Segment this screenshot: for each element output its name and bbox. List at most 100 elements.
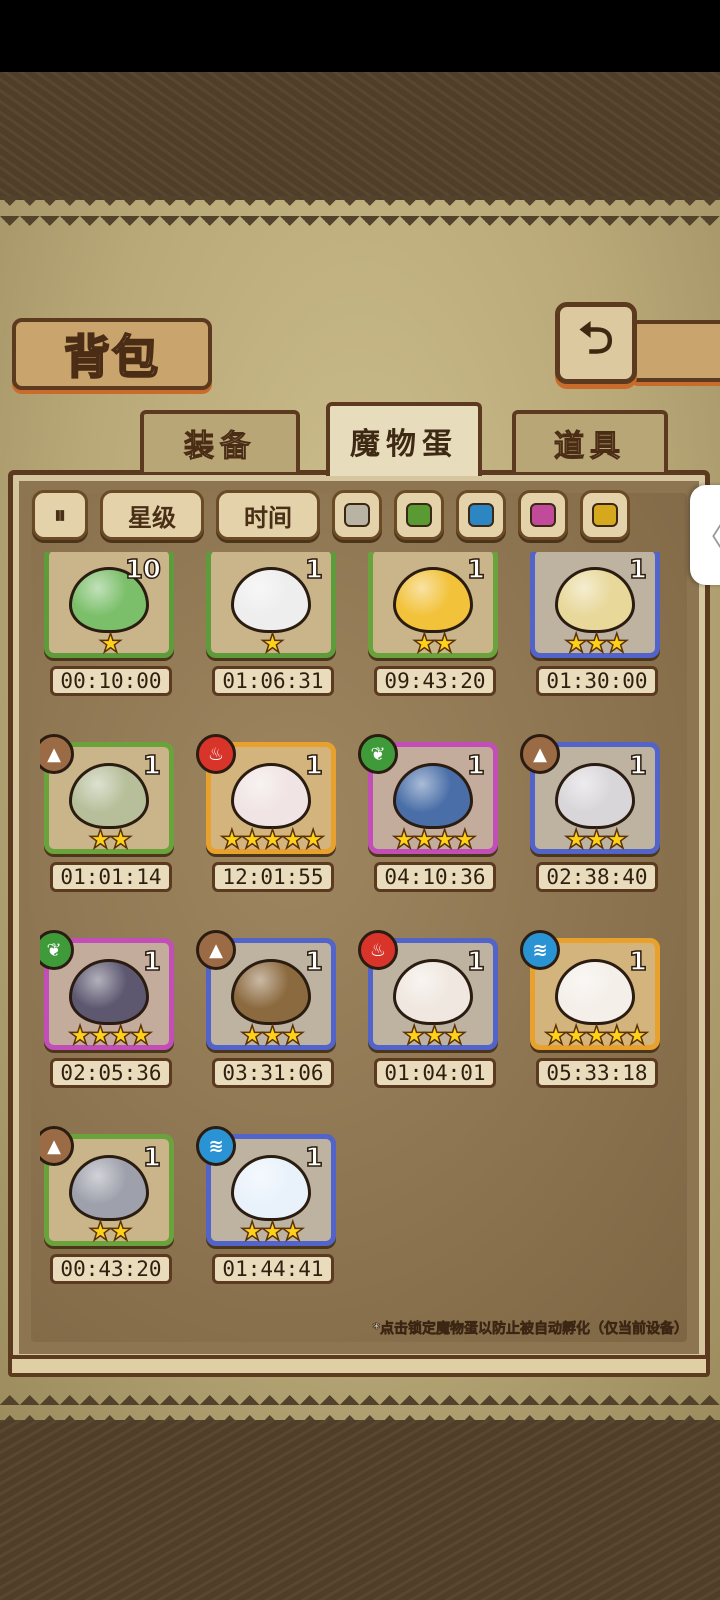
- return-arrow-icon: ⮌: [578, 312, 614, 364]
- hatch-timer: 01:30:00: [536, 666, 658, 696]
- filter-green-button[interactable]: [394, 490, 444, 540]
- hatch-timer: 01:06:31: [212, 666, 334, 696]
- hatch-timer-text: 00:43:20: [60, 1257, 162, 1281]
- egg-count: 1: [304, 750, 324, 782]
- hatch-timer: 05:33:18: [536, 1058, 658, 1088]
- monster-egg-icon: [231, 958, 311, 1025]
- egg-slot[interactable]: 1 ★★★ ▲ 03:31:06: [196, 930, 338, 1088]
- monster-egg-icon: [231, 1154, 311, 1221]
- color-swatch: [406, 503, 432, 527]
- egg-slot[interactable]: 1 ★ 01:06:31: [202, 552, 338, 696]
- star-sort-label: 星级: [128, 503, 176, 532]
- egg-count: 1: [304, 946, 324, 978]
- hatch-timer: 02:38:40: [536, 862, 658, 892]
- monster-egg-icon: [69, 958, 149, 1025]
- hatch-timer-text: 02:38:40: [546, 865, 648, 889]
- side-drawer-handle[interactable]: 〈: [690, 485, 720, 585]
- water-element-icon: ≋: [520, 930, 560, 970]
- chevron-left-icon: 〈: [697, 517, 720, 554]
- egg-count: 1: [628, 554, 648, 586]
- status-bar: [0, 0, 720, 72]
- sort-order-button[interactable]: ⏸: [32, 490, 88, 540]
- egg-slot[interactable]: 10 ★ 00:10:00: [40, 552, 176, 696]
- earth-element-icon: ▲: [196, 930, 236, 970]
- star-rating: ★★: [412, 628, 457, 660]
- hatch-timer: 00:10:00: [50, 666, 172, 696]
- egg-slot[interactable]: 1 ★★★ ▲ 02:38:40: [520, 734, 662, 892]
- hatch-timer-text: 05:33:18: [546, 1061, 648, 1085]
- filter-bar: ⏸ 星级 时间: [28, 484, 668, 546]
- monster-egg-icon: [555, 566, 635, 633]
- hatch-timer-text: 03:31:06: [222, 1061, 324, 1085]
- egg-count: 1: [628, 750, 648, 782]
- star-rating: ★: [98, 628, 123, 660]
- page-title: 背包: [63, 329, 160, 385]
- egg-slot[interactable]: 1 ★★★★★ ≋ 05:33:18: [520, 930, 662, 1088]
- tab-items[interactable]: 道具: [512, 410, 668, 472]
- monster-egg-icon: [555, 762, 635, 829]
- star-rating: ★★★★: [392, 824, 478, 856]
- egg-slot[interactable]: 1 ★★★ ♨ 01:04:01: [358, 930, 500, 1088]
- color-swatch: [592, 503, 618, 527]
- hatch-timer-text: 01:01:14: [60, 865, 162, 889]
- star-rating: ★★★: [240, 1216, 305, 1248]
- hatch-timer: 09:43:20: [374, 666, 496, 696]
- egg-slot[interactable]: 1 ★★★★ ❦ 04:10:36: [358, 734, 500, 892]
- monster-egg-icon: [393, 958, 473, 1025]
- hatch-timer-text: 09:43:20: [384, 669, 486, 693]
- egg-slot[interactable]: 1 ★★ 09:43:20: [364, 552, 500, 696]
- egg-slot[interactable]: 1 ★★★★★ ♨ 12:01:55: [196, 734, 338, 892]
- color-swatch: [344, 503, 370, 527]
- torn-edge-top: [0, 196, 720, 230]
- tab-label: 魔物蛋: [350, 427, 458, 462]
- earth-element-icon: ▲: [520, 734, 560, 774]
- water-element-icon: ≋: [196, 1126, 236, 1166]
- egg-card[interactable]: 1 ★: [206, 552, 336, 660]
- monster-egg-icon: [393, 762, 473, 829]
- egg-card[interactable]: 1 ★★: [368, 552, 498, 660]
- egg-grid: 10 ★ 00:10:00 1 ★ 01:06:31 1 ★★ 09:43:20 1 ★★★ 01:3…: [40, 552, 680, 1292]
- sort-by-star-button[interactable]: 星级: [100, 490, 204, 540]
- tab-monster-eggs[interactable]: 魔物蛋: [326, 402, 482, 476]
- star-rating: ★★★: [564, 824, 629, 856]
- filter-pink-button[interactable]: [518, 490, 568, 540]
- hatch-timer-text: 00:10:00: [60, 669, 162, 693]
- star-rating: ★★★★★: [543, 1020, 649, 1052]
- lock-hint-text: *点击锁定魔物蛋以防止被自动孵化（仅当前设备）: [372, 1321, 688, 1338]
- hatch-timer-text: 01:04:01: [384, 1061, 486, 1085]
- filter-gold-button[interactable]: [580, 490, 630, 540]
- star-rating: ★: [260, 628, 285, 660]
- egg-count: 1: [142, 946, 162, 978]
- egg-count: 1: [142, 750, 162, 782]
- filter-gray-button[interactable]: [332, 490, 382, 540]
- egg-count: 1: [142, 1142, 162, 1174]
- star-rating: ★★★★★: [219, 824, 325, 856]
- egg-slot[interactable]: 1 ★★★ 01:30:00: [526, 552, 662, 696]
- monster-egg-icon: [231, 762, 311, 829]
- egg-card[interactable]: 1 ★★★: [530, 552, 660, 660]
- hatch-timer: 01:44:41: [212, 1254, 334, 1284]
- hatch-timer-text: 12:01:55: [222, 865, 324, 889]
- egg-slot[interactable]: 1 ★★ ▲ 01:01:14: [40, 734, 176, 892]
- tab-equipment[interactable]: 装备: [140, 410, 300, 472]
- panel-bottom-rail: [8, 1355, 710, 1377]
- tab-label: 装备: [184, 429, 256, 465]
- egg-count: 1: [466, 554, 486, 586]
- time-sort-label: 时间: [244, 503, 292, 532]
- egg-card[interactable]: 10 ★: [44, 552, 174, 660]
- filter-blue-button[interactable]: [456, 490, 506, 540]
- egg-count: 1: [466, 946, 486, 978]
- egg-slot[interactable]: 1 ★★★ ≋ 01:44:41: [196, 1126, 338, 1284]
- fire-element-icon: ♨: [358, 930, 398, 970]
- egg-slot[interactable]: 1 ★★★★ ❦ 02:05:36: [40, 930, 176, 1088]
- monster-egg-icon: [393, 566, 473, 633]
- fire-element-icon: ♨: [196, 734, 236, 774]
- star-rating: ★★★★: [68, 1020, 154, 1052]
- egg-slot[interactable]: 1 ★★ ▲ 00:43:20: [40, 1126, 176, 1284]
- back-button[interactable]: ⮌: [555, 302, 637, 384]
- hatch-timer: 03:31:06: [212, 1058, 334, 1088]
- hatch-timer-text: 01:30:00: [546, 669, 648, 693]
- color-swatch: [468, 503, 494, 527]
- sort-by-time-button[interactable]: 时间: [216, 490, 320, 540]
- map-background-top: [0, 72, 720, 202]
